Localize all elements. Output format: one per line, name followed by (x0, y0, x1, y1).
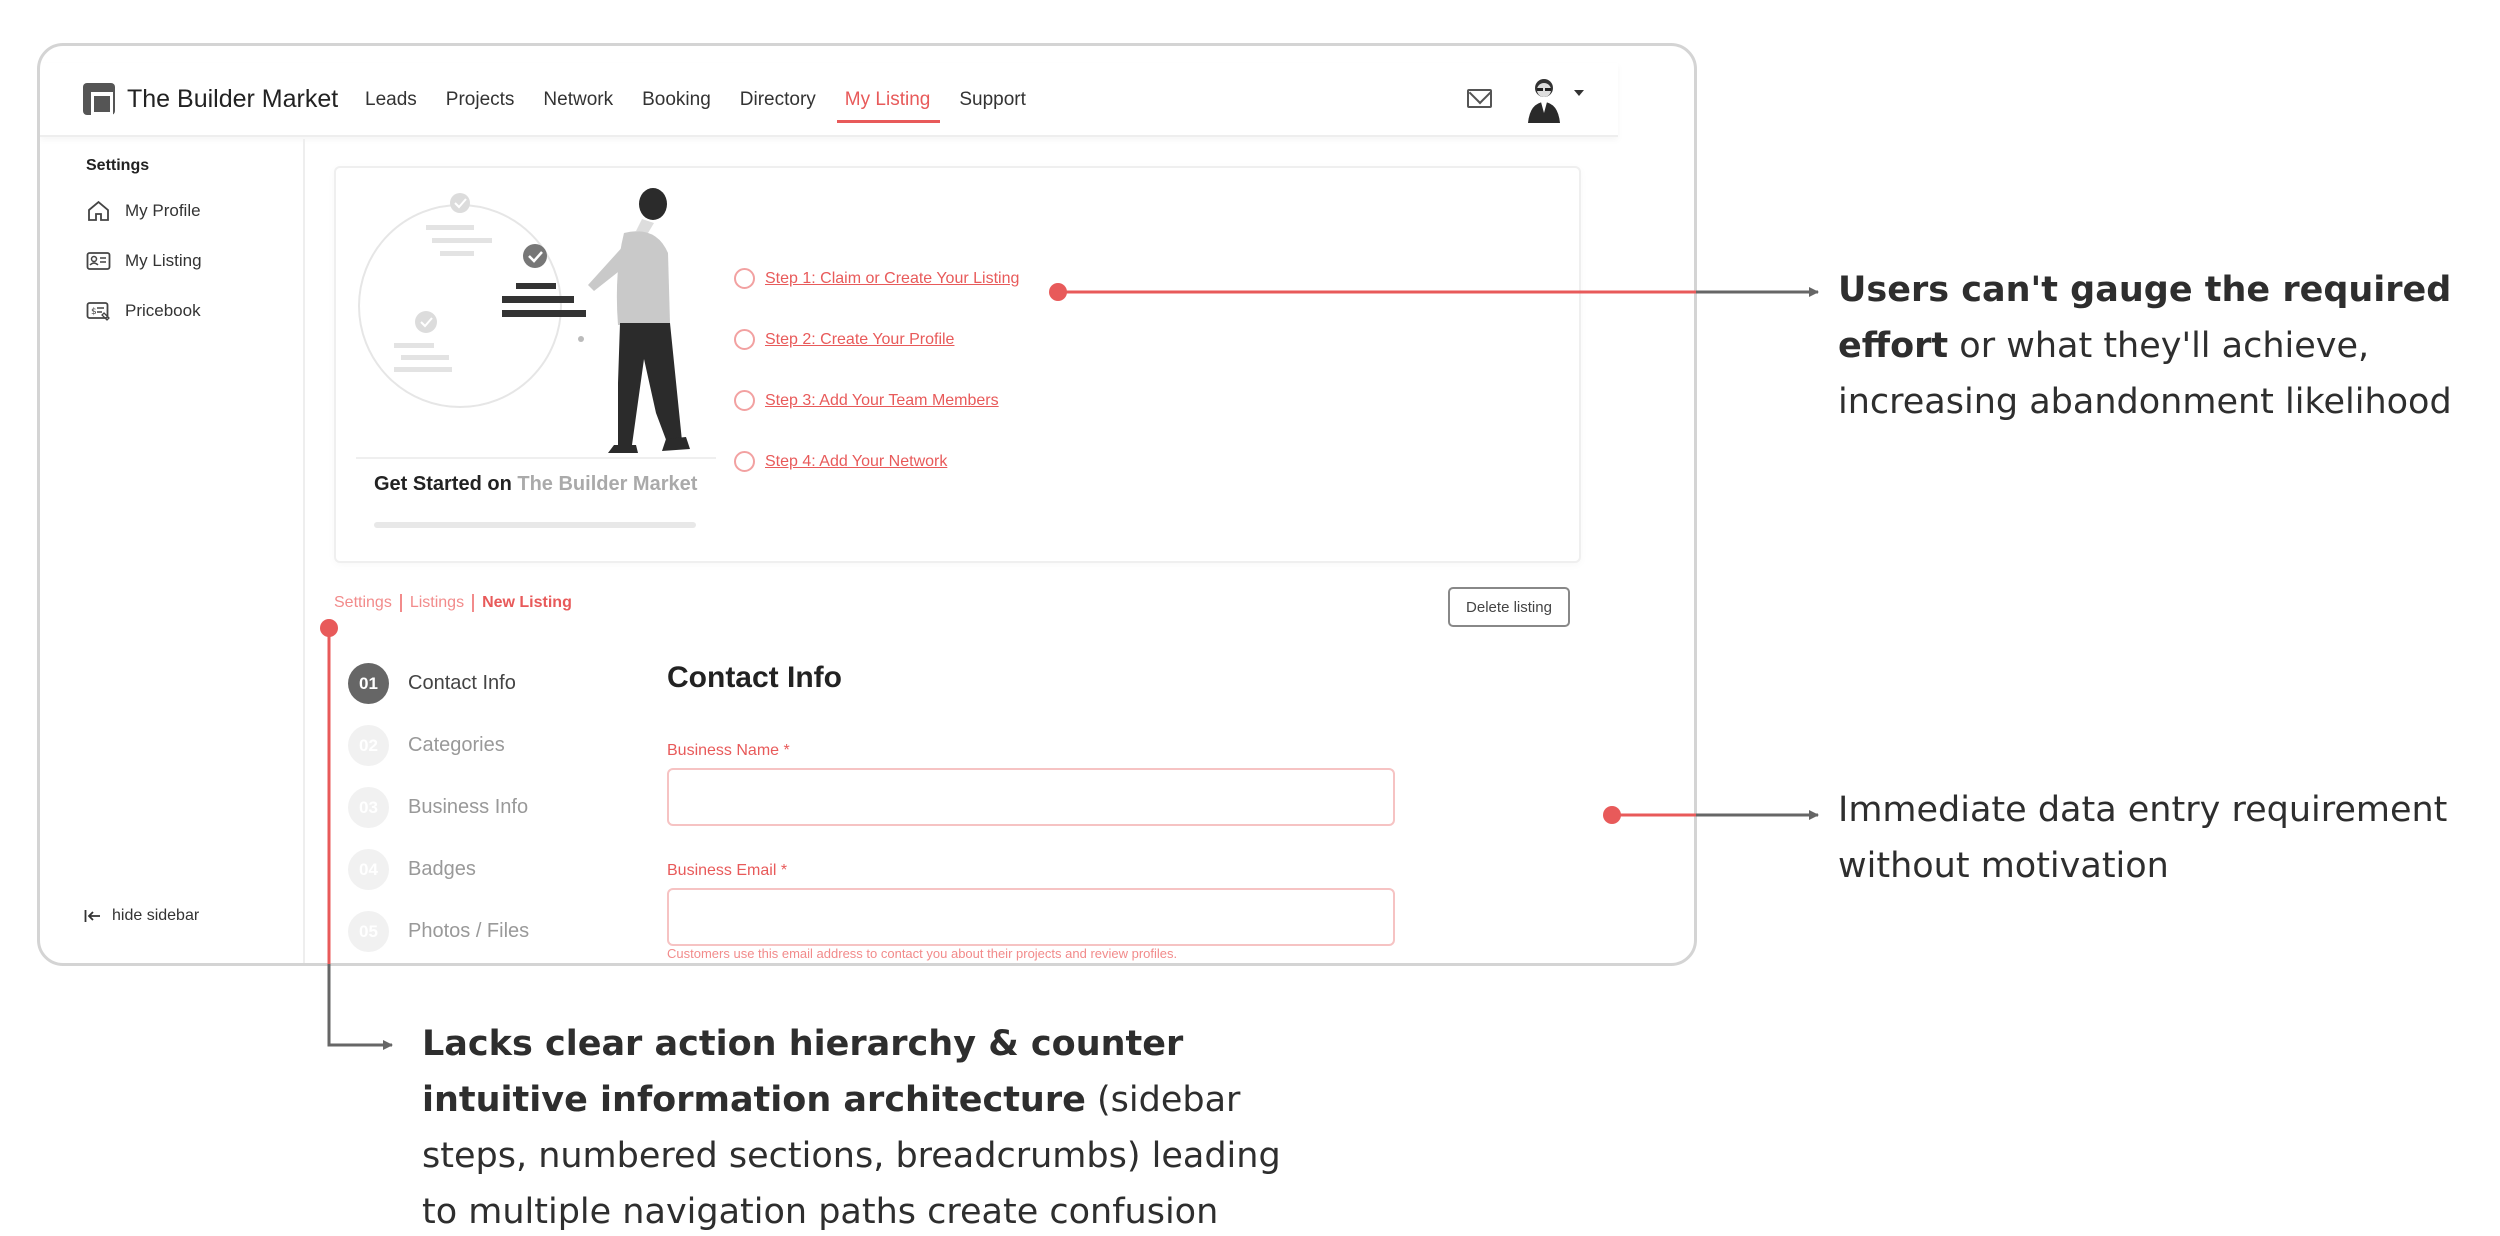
app-window: The Builder Market Leads Projects Networ… (37, 43, 1697, 966)
step-label: Business Info (408, 796, 529, 818)
step-radio-icon (734, 268, 755, 289)
step-number: 04 (348, 849, 389, 890)
stepper-categories[interactable]: 02 Categories (348, 725, 505, 766)
business-email-label: Business Email * (667, 862, 788, 879)
onboarding-step-3[interactable]: Step 3: Add Your Team Members (734, 390, 999, 411)
sidebar-item-label: My Listing (125, 251, 202, 270)
step-radio-icon (734, 451, 755, 472)
sidebar-item-label: Pricebook (125, 301, 201, 320)
step-label: Step 2: Create Your Profile (765, 330, 955, 348)
settings-sidebar: Settings My Profile My Listing $ Pricebo… (40, 139, 305, 963)
stepper-contact-info[interactable]: 01 Contact Info (348, 663, 516, 704)
get-started-title: Get Started on The Builder Market (374, 473, 697, 496)
brand-name: The Builder Market (127, 84, 339, 113)
svg-text:$: $ (91, 307, 97, 317)
home-icon (88, 200, 109, 221)
step-number: 01 (348, 663, 389, 704)
stepper-business-info[interactable]: 03 Business Info (348, 787, 528, 828)
sidebar-title: Settings (86, 157, 150, 174)
nav-projects[interactable]: Projects (446, 63, 515, 137)
get-started-illustration (356, 188, 716, 459)
get-started-title-brand: The Builder Market (517, 473, 698, 495)
breadcrumb-listings[interactable]: Listings (410, 594, 464, 612)
form-title: Contact Info (667, 661, 842, 694)
stepper-badges[interactable]: 04 Badges (348, 849, 476, 890)
get-started-title-prefix: Get Started on (374, 473, 512, 495)
id-card-icon (86, 252, 111, 270)
onboarding-step-2[interactable]: Step 2: Create Your Profile (734, 329, 954, 350)
nav-directory[interactable]: Directory (740, 63, 816, 137)
onboarding-step-4[interactable]: Step 4: Add Your Network (734, 451, 947, 472)
step-radio-icon (734, 390, 755, 411)
annotation-note-motivation-text: Immediate data entry requirement without… (1838, 790, 2448, 886)
main-nav: Leads Projects Network Booking Directory… (365, 63, 1055, 137)
top-navigation-bar: The Builder Market Leads Projects Networ… (40, 63, 1618, 137)
sidebar-item-my-listing[interactable]: My Listing (86, 249, 202, 273)
onboarding-step-1[interactable]: Step 1: Claim or Create Your Listing (734, 268, 1019, 289)
breadcrumb-divider (472, 594, 475, 612)
step-label: Contact Info (408, 672, 516, 694)
get-started-progress-bar (374, 522, 696, 528)
stepper-photos-files[interactable]: 05 Photos / Files (348, 911, 529, 952)
chevron-down-icon[interactable] (1574, 90, 1584, 96)
breadcrumb-settings[interactable]: Settings (334, 594, 392, 612)
sidebar-item-my-profile[interactable]: My Profile (86, 199, 201, 223)
business-email-help-text: Customers use this email address to cont… (667, 946, 1178, 961)
nav-my-listing[interactable]: My Listing (836, 63, 940, 137)
nav-booking[interactable]: Booking (642, 63, 711, 137)
business-name-input[interactable] (667, 768, 1395, 826)
logo-icon (83, 83, 115, 115)
hide-sidebar-button[interactable]: hide sidebar (84, 907, 199, 925)
step-label: Photos / Files (408, 920, 530, 942)
sidebar-item-label: My Profile (125, 201, 201, 220)
annotation-note-motivation: Immediate data entry requirement without… (1838, 782, 2478, 894)
sidebar-item-pricebook[interactable]: $ Pricebook (86, 299, 201, 323)
annotation-note-hierarchy: Lacks clear action hierarchy & counter i… (422, 1016, 1302, 1236)
annotation-note-hierarchy-bold: Lacks clear action hierarchy & counter i… (422, 1024, 1184, 1120)
nav-network[interactable]: Network (543, 63, 613, 137)
step-label: Step 4: Add Your Network (765, 452, 948, 470)
collapse-left-icon (84, 910, 100, 922)
business-email-input[interactable] (667, 888, 1395, 946)
get-started-card: Get Started on The Builder Market Step 1… (334, 166, 1581, 563)
step-label: Step 1: Claim or Create Your Listing (765, 269, 1020, 287)
nav-support[interactable]: Support (959, 63, 1026, 137)
step-number: 02 (348, 725, 389, 766)
annotation-note-effort: Users can't gauge the required effort or… (1838, 262, 2498, 430)
business-name-label: Business Name * (667, 742, 790, 759)
breadcrumb-divider (399, 594, 402, 612)
brand-logo[interactable]: The Builder Market (83, 83, 338, 115)
breadcrumb: Settings Listings New Listing (334, 594, 572, 612)
breadcrumb-new-listing: New Listing (482, 594, 572, 611)
delete-listing-button[interactable]: Delete listing (1448, 587, 1570, 627)
step-label: Categories (408, 734, 505, 756)
avatar[interactable] (1524, 75, 1564, 123)
step-label: Step 3: Add Your Team Members (765, 391, 999, 409)
hide-sidebar-label: hide sidebar (112, 907, 200, 924)
mail-icon[interactable] (1467, 89, 1492, 108)
step-radio-icon (734, 329, 755, 350)
price-tag-icon: $ (86, 302, 110, 321)
nav-leads[interactable]: Leads (365, 63, 417, 137)
step-label: Badges (408, 858, 476, 880)
step-number: 05 (348, 911, 389, 952)
step-number: 03 (348, 787, 389, 828)
